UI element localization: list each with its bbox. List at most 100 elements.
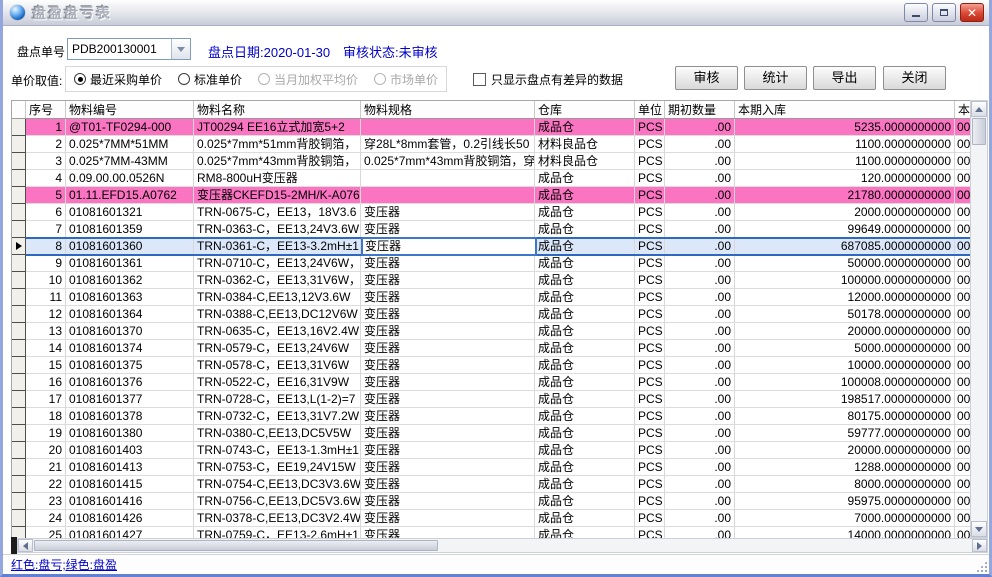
- column-header[interactable]: 物料编号: [66, 101, 194, 118]
- cell-next-column[interactable]: 00: [955, 204, 970, 221]
- table-row[interactable]: 1601081601376TRN-0522-C，EE16,31V9W变压器成品仓…: [12, 374, 970, 391]
- cell-unit[interactable]: PCS: [635, 272, 665, 289]
- cell-in-qty[interactable]: 120.0000000000: [735, 170, 955, 187]
- cell-row-number[interactable]: 25: [26, 527, 66, 538]
- cell-item-code[interactable]: 0.025*7MM-43MM: [66, 153, 194, 170]
- cell-item-code[interactable]: 01081601413: [66, 459, 194, 476]
- cell-in-qty[interactable]: 198517.0000000000: [735, 391, 955, 408]
- cell-in-qty[interactable]: 100000.0000000000: [735, 272, 955, 289]
- cell-item-name[interactable]: RM8-800uH变压器: [194, 170, 361, 187]
- cell-unit[interactable]: PCS: [635, 459, 665, 476]
- table-row[interactable]: 1001081601362TRN-0362-C，EE13,31V6W，变压器成品…: [12, 272, 970, 289]
- table-row[interactable]: 1701081601377TRN-0728-C，EE13,L(1-2)=7变压器…: [12, 391, 970, 408]
- cell-item-code[interactable]: 01081601380: [66, 425, 194, 442]
- table-row[interactable]: 1@T01-TF0294-000JT00294 EE16立式加宽5+2成品仓PC…: [12, 119, 970, 136]
- cell-item-name[interactable]: TRN-0635-C，EE13,16V2.4W: [194, 323, 361, 340]
- table-row[interactable]: 801081601360TRN-0361-C，EE13-3.2mH±1变压器成品…: [12, 238, 970, 255]
- cell-begin-qty[interactable]: .00: [665, 476, 735, 493]
- cell-item-code[interactable]: 0.025*7MM*51MM: [66, 136, 194, 153]
- cell-item-name[interactable]: 0.025*7mm*51mm背胶铜箔，: [194, 136, 361, 153]
- column-header[interactable]: 单位: [635, 101, 665, 118]
- cell-warehouse[interactable]: 成品仓: [535, 340, 635, 357]
- cell-unit[interactable]: PCS: [635, 204, 665, 221]
- vertical-scrollbar[interactable]: [970, 100, 988, 538]
- cell-in-qty[interactable]: 687085.0000000000: [735, 238, 955, 255]
- cell-next-column[interactable]: 00: [955, 170, 970, 187]
- cell-item-name[interactable]: JT00294 EE16立式加宽5+2: [194, 119, 361, 136]
- cell-begin-qty[interactable]: .00: [665, 153, 735, 170]
- cell-item-code[interactable]: 01081601377: [66, 391, 194, 408]
- cell-warehouse[interactable]: 材料良品仓: [535, 153, 635, 170]
- cell-item-spec[interactable]: 变压器: [361, 527, 535, 538]
- scroll-right-button[interactable]: [972, 539, 987, 552]
- cell-item-code[interactable]: 01081601376: [66, 374, 194, 391]
- cell-row-number[interactable]: 17: [26, 391, 66, 408]
- cell-in-qty[interactable]: 1288.0000000000: [735, 459, 955, 476]
- cell-item-spec[interactable]: 变压器: [361, 493, 535, 510]
- cell-row-number[interactable]: 15: [26, 357, 66, 374]
- cell-warehouse[interactable]: 成品仓: [535, 510, 635, 527]
- scroll-down-button[interactable]: [971, 521, 987, 537]
- cell-item-code[interactable]: 01081601359: [66, 221, 194, 238]
- cell-item-name[interactable]: TRN-0753-C，EE19,24V15W: [194, 459, 361, 476]
- cell-unit[interactable]: PCS: [635, 255, 665, 272]
- cell-item-spec[interactable]: 穿28L*8mm套管，0.2引线长50: [361, 136, 535, 153]
- cell-item-code[interactable]: 01081601363: [66, 289, 194, 306]
- cell-warehouse[interactable]: 成品仓: [535, 459, 635, 476]
- cell-next-column[interactable]: 00: [955, 527, 970, 538]
- cell-unit[interactable]: PCS: [635, 408, 665, 425]
- cell-next-column[interactable]: 00: [955, 153, 970, 170]
- cell-begin-qty[interactable]: .00: [665, 255, 735, 272]
- cell-item-spec[interactable]: 变压器: [361, 323, 535, 340]
- cell-item-name[interactable]: TRN-0579-C，EE13,24V6W: [194, 340, 361, 357]
- vertical-scrollbar-thumb[interactable]: [972, 118, 986, 145]
- table-row[interactable]: 2001081601403TRN-0743-C，EE13-1.3mH±1变压器成…: [12, 442, 970, 459]
- cell-item-name[interactable]: TRN-0578-C，EE13,31V6W: [194, 357, 361, 374]
- cell-in-qty[interactable]: 100008.0000000000: [735, 374, 955, 391]
- cell-next-column[interactable]: 00: [955, 340, 970, 357]
- cell-in-qty[interactable]: 1100.0000000000: [735, 136, 955, 153]
- cell-item-code[interactable]: @T01-TF0294-000: [66, 119, 194, 136]
- cell-warehouse[interactable]: 成品仓: [535, 527, 635, 538]
- cell-item-spec[interactable]: 变压器: [361, 442, 535, 459]
- cell-item-name[interactable]: TRN-0759-C，EE13-2.6mH±1: [194, 527, 361, 538]
- cell-item-name[interactable]: TRN-0754-C,EE13,DC3V3.6W: [194, 476, 361, 493]
- cell-unit[interactable]: PCS: [635, 323, 665, 340]
- cell-begin-qty[interactable]: .00: [665, 187, 735, 204]
- cell-item-code[interactable]: 01081601415: [66, 476, 194, 493]
- cell-row-number[interactable]: 12: [26, 306, 66, 323]
- cell-next-column[interactable]: 00: [955, 357, 970, 374]
- table-row[interactable]: 1301081601370TRN-0635-C，EE13,16V2.4W变压器成…: [12, 323, 970, 340]
- cell-unit[interactable]: PCS: [635, 289, 665, 306]
- cell-warehouse[interactable]: 成品仓: [535, 272, 635, 289]
- cell-next-column[interactable]: 00: [955, 119, 970, 136]
- cell-item-spec[interactable]: 0.025*7mm*43mm背胶铜箔，穿: [361, 153, 535, 170]
- cell-unit[interactable]: PCS: [635, 510, 665, 527]
- cell-begin-qty[interactable]: .00: [665, 340, 735, 357]
- cell-warehouse[interactable]: 成品仓: [535, 221, 635, 238]
- cell-item-code[interactable]: 01081601362: [66, 272, 194, 289]
- cell-item-spec[interactable]: 变压器: [361, 459, 535, 476]
- cell-row-number[interactable]: 6: [26, 204, 66, 221]
- table-row[interactable]: 20.025*7MM*51MM0.025*7mm*51mm背胶铜箔，穿28L*8…: [12, 136, 970, 153]
- cell-next-column[interactable]: 00: [955, 425, 970, 442]
- cell-next-column[interactable]: 00: [955, 238, 970, 255]
- resize-grip[interactable]: [975, 560, 988, 573]
- cell-begin-qty[interactable]: .00: [665, 391, 735, 408]
- cell-item-code[interactable]: 01081601364: [66, 306, 194, 323]
- cell-begin-qty[interactable]: .00: [665, 170, 735, 187]
- close-form-button[interactable]: 关闭: [883, 66, 946, 90]
- cell-in-qty[interactable]: 5235.0000000000: [735, 119, 955, 136]
- horizontal-scrollbar-thumb[interactable]: [34, 540, 438, 551]
- cell-unit[interactable]: PCS: [635, 425, 665, 442]
- cell-warehouse[interactable]: 成品仓: [535, 238, 635, 255]
- cell-unit[interactable]: PCS: [635, 357, 665, 374]
- export-button[interactable]: 导出: [813, 66, 876, 90]
- cell-row-number[interactable]: 8: [26, 238, 66, 255]
- horizontal-scrollbar[interactable]: [17, 538, 988, 553]
- cell-begin-qty[interactable]: .00: [665, 527, 735, 538]
- cell-row-number[interactable]: 22: [26, 476, 66, 493]
- cell-next-column[interactable]: 00: [955, 136, 970, 153]
- maximize-button[interactable]: [932, 3, 956, 22]
- cell-row-number[interactable]: 24: [26, 510, 66, 527]
